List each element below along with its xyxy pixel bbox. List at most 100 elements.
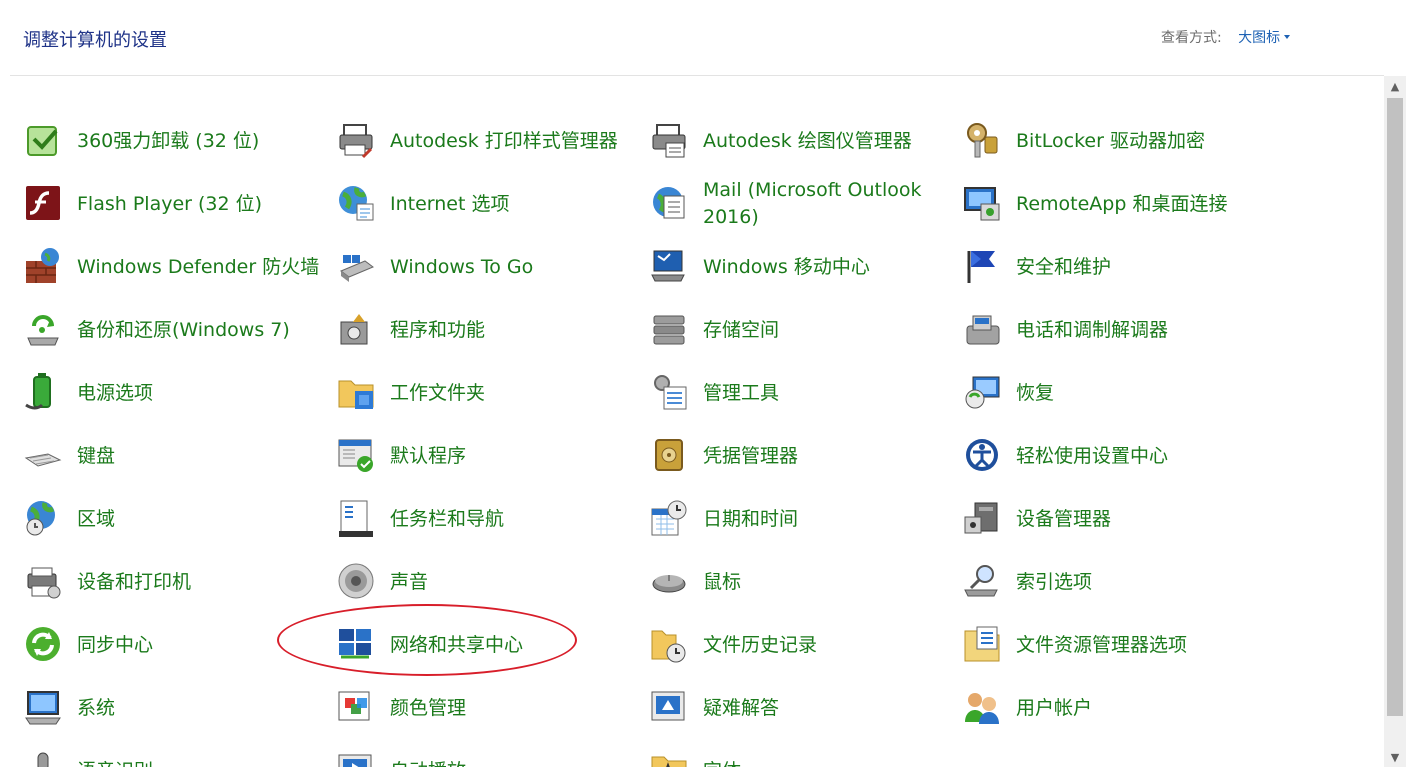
control-panel-item[interactable]: 凭据管理器 [648, 425, 948, 481]
recovery-icon [961, 371, 1003, 413]
control-panel-item-label: 设备和打印机 [77, 570, 192, 593]
network-icon [335, 623, 377, 665]
control-panel-item[interactable]: Autodesk 打印样式管理器 [335, 110, 635, 166]
ease-of-access-icon [961, 434, 1003, 476]
control-panel-item[interactable]: 默认程序 [335, 425, 635, 481]
control-panel-item-label: 轻松使用设置中心 [1016, 444, 1169, 467]
control-panel-item[interactable]: 同步中心 [22, 614, 322, 670]
flash-icon [22, 182, 64, 224]
control-panel-item[interactable]: 区域 [22, 488, 322, 544]
mobility-center-icon [648, 245, 690, 287]
control-panel-item-label: 文件历史记录 [703, 633, 818, 656]
control-panel-item[interactable]: Mail (Microsoft Outlook 2016) [648, 173, 948, 229]
control-panel-item-label: 凭据管理器 [703, 444, 799, 467]
control-panel-item[interactable]: 电话和调制解调器 [961, 299, 1261, 355]
header: 调整计算机的设置 查看方式: 大图标 [0, 0, 1406, 76]
control-panel-item-label: 恢复 [1016, 381, 1055, 404]
view-by: 查看方式: 大图标 [1161, 27, 1291, 47]
control-panel-item[interactable]: 安全和维护 [961, 236, 1261, 292]
control-panel-item-label: 设备管理器 [1016, 507, 1112, 530]
backup-icon [22, 308, 64, 350]
control-panel-item[interactable]: 日期和时间 [648, 488, 948, 544]
fonts-folder-icon [648, 749, 690, 767]
troubleshooting-icon [648, 686, 690, 728]
control-panel-item[interactable]: 颜色管理 [335, 677, 635, 733]
control-panel-item-label: 鼠标 [703, 570, 742, 593]
control-panel-item-label: 文件资源管理器选项 [1016, 633, 1188, 656]
control-panel-item[interactable]: 轻松使用设置中心 [961, 425, 1261, 481]
control-panel-item[interactable]: Flash Player (32 位) [22, 173, 322, 229]
control-panel-item-label: Internet 选项 [390, 192, 510, 215]
control-panel-item-label: 默认程序 [390, 444, 467, 467]
control-panel-item-label: 同步中心 [77, 633, 154, 656]
control-panel-item[interactable]: Autodesk 绘图仪管理器 [648, 110, 948, 166]
index-options-icon [961, 560, 1003, 602]
page-title: 调整计算机的设置 [23, 30, 167, 51]
control-panel-item[interactable]: 系统 [22, 677, 322, 733]
control-panel-item[interactable]: 语音识别 [22, 740, 322, 767]
storage-icon [648, 308, 690, 350]
bitlocker-key-icon [961, 119, 1003, 161]
credential-vault-icon [648, 434, 690, 476]
control-panel-item[interactable]: 用户帐户 [961, 677, 1261, 733]
scroll-down-arrow-icon[interactable]: ▼ [1384, 747, 1406, 767]
control-panel-item[interactable]: 自动播放 [335, 740, 635, 767]
control-panel-item[interactable]: BitLocker 驱动器加密 [961, 110, 1261, 166]
control-panel-item-label: Flash Player (32 位) [77, 192, 263, 215]
control-panel-item[interactable]: 索引选项 [961, 551, 1261, 607]
control-panel-item-label: 用户帐户 [1016, 696, 1093, 719]
control-panel-item[interactable]: 360强力卸载 (32 位) [22, 110, 322, 166]
control-panel-item[interactable]: 鼠标 [648, 551, 948, 607]
control-panel-item[interactable]: 恢复 [961, 362, 1261, 418]
control-panel-item[interactable]: 设备和打印机 [22, 551, 322, 607]
control-panel-item[interactable]: 文件历史记录 [648, 614, 948, 670]
dropdown-arrow-icon [1284, 35, 1291, 39]
control-panel-item[interactable]: Internet 选项 [335, 173, 635, 229]
control-panel-item[interactable]: RemoteApp 和桌面连接 [961, 173, 1261, 229]
control-panel-item[interactable]: Windows 移动中心 [648, 236, 948, 292]
autoplay-icon [335, 749, 377, 767]
scrollbar-thumb[interactable] [1387, 98, 1403, 716]
control-panel-item-label: 360强力卸载 (32 位) [77, 129, 260, 152]
control-panel-item-label: Mail (Microsoft Outlook 2016) [703, 179, 922, 228]
control-panel-item-label: 键盘 [77, 444, 116, 467]
control-panel-item-label: Windows Defender 防火墙 [77, 255, 320, 278]
uninstall-icon [22, 119, 64, 161]
control-panel-item-label: 管理工具 [703, 381, 780, 404]
admin-tools-icon [648, 371, 690, 413]
control-panel-item[interactable]: 任务栏和导航 [335, 488, 635, 544]
control-panel-item[interactable]: Windows To Go [335, 236, 635, 292]
control-panel-item[interactable]: 电源选项 [22, 362, 322, 418]
control-panel-item[interactable]: 程序和功能 [335, 299, 635, 355]
control-panel-item[interactable]: 文件资源管理器选项 [961, 614, 1261, 670]
work-folder-icon [335, 371, 377, 413]
control-panel-items: 360强力卸载 (32 位) Autodesk 打印样式管理器 Autodesk 绘… [0, 76, 1384, 767]
control-panel-item[interactable]: 声音 [335, 551, 635, 607]
microphone-icon [22, 749, 64, 767]
control-panel-item[interactable]: 备份和还原(Windows 7) [22, 299, 322, 355]
taskbar-icon [335, 497, 377, 539]
calendar-clock-icon [648, 497, 690, 539]
control-panel-item[interactable]: 工作文件夹 [335, 362, 635, 418]
control-panel-item-label: RemoteApp 和桌面连接 [1016, 192, 1228, 215]
scroll-up-arrow-icon[interactable]: ▲ [1384, 76, 1406, 96]
view-by-dropdown[interactable]: 大图标 [1238, 30, 1291, 46]
control-panel-item[interactable]: 键盘 [22, 425, 322, 481]
control-panel-item[interactable]: 字体 [648, 740, 948, 767]
user-accounts-icon [961, 686, 1003, 728]
control-panel-item[interactable]: 网络和共享中心 [335, 614, 635, 670]
phone-icon [961, 308, 1003, 350]
control-panel-item[interactable]: 存储空间 [648, 299, 948, 355]
control-panel-item[interactable]: Windows Defender 防火墙 [22, 236, 322, 292]
usb-drive-icon [335, 245, 377, 287]
control-panel-item-label: 语音识别 [77, 745, 325, 767]
speaker-icon [335, 560, 377, 602]
control-panel-item-label: 日期和时间 [703, 507, 799, 530]
color-management-icon [335, 686, 377, 728]
control-panel-item[interactable]: 管理工具 [648, 362, 948, 418]
control-panel-item[interactable]: 设备管理器 [961, 488, 1261, 544]
control-panel-item[interactable]: 疑难解答 [648, 677, 948, 733]
control-panel-item-label: Autodesk 打印样式管理器 [390, 129, 618, 152]
vertical-scrollbar[interactable]: ▲ ▼ [1384, 76, 1406, 767]
control-panel-item-label: 字体 [703, 745, 951, 767]
